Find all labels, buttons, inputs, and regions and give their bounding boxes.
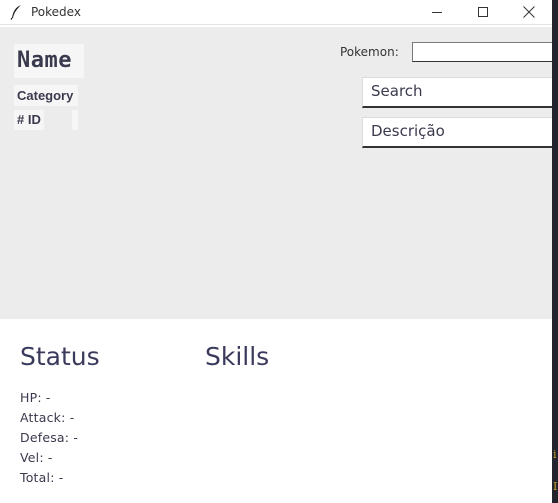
minimize-button[interactable] xyxy=(414,0,460,24)
stat-hp: HP: - xyxy=(20,390,51,405)
maximize-button[interactable] xyxy=(460,0,506,24)
stat-defense: Defesa: - xyxy=(20,430,79,445)
close-icon xyxy=(523,3,535,22)
pokemon-search-label: Pokemon: xyxy=(340,45,399,59)
pokemon-id: # ID xyxy=(14,110,44,130)
maximize-icon xyxy=(477,3,489,22)
stat-speed: Vel: - xyxy=(20,450,53,465)
background-window-edge xyxy=(552,0,558,503)
search-button[interactable]: Search xyxy=(362,77,552,108)
minimize-icon xyxy=(431,3,443,22)
background-glyph-a: i xyxy=(553,448,557,461)
pokemon-name: Name xyxy=(14,44,84,78)
description-button[interactable]: Descrição xyxy=(362,117,552,148)
background-glyph-b: I xyxy=(553,480,558,493)
title-bar[interactable]: Pokedex xyxy=(0,0,552,25)
stat-total: Total: - xyxy=(20,470,64,485)
pokemon-category: Category xyxy=(14,85,78,106)
skills-title: Skills xyxy=(205,342,270,371)
pokedex-window: Pokedex Name Category # ID Pokemon: Sear… xyxy=(0,0,552,503)
pokemon-image-placeholder xyxy=(72,110,78,130)
close-button[interactable] xyxy=(506,0,552,24)
pokemon-search-input[interactable] xyxy=(412,42,552,62)
stat-attack: Attack: - xyxy=(20,410,75,425)
window-title: Pokedex xyxy=(31,5,81,19)
feather-icon xyxy=(9,4,23,20)
status-title: Status xyxy=(20,342,100,371)
